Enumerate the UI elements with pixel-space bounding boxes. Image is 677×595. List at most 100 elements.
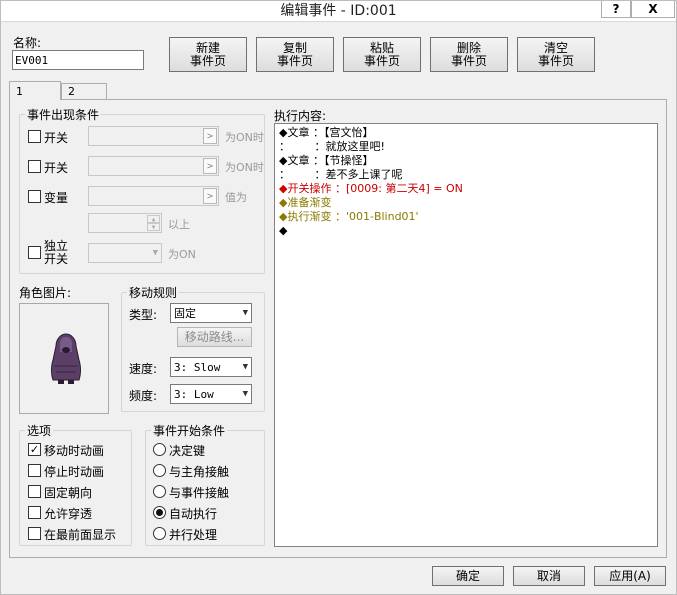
contents-label: 执行内容: <box>274 109 327 123</box>
command-line[interactable]: ◆开关操作 ：[0009: 第二天4] = ON <box>279 182 463 196</box>
movement-title: 移动规则 <box>127 284 180 301</box>
switch2-label: 开关 <box>44 161 69 175</box>
event-commands-list[interactable]: ◆文章 ：【宫文怡】 ： ：就放这里吧! ◆文章 ：【节操怪】 ： ：差不多上课… <box>274 123 658 547</box>
switch2-checkbox[interactable] <box>28 160 41 173</box>
option-direction-fix-label: 固定朝向 <box>44 486 93 500</box>
character-graphic[interactable] <box>19 303 109 414</box>
trigger-event-touch-label: 与事件接触 <box>169 486 230 500</box>
move-type-value: 固定 <box>174 307 196 320</box>
option-always-top-label: 在最前面显示 <box>44 528 117 542</box>
event-name-input[interactable]: EV001 <box>12 50 144 70</box>
move-type-label: 类型: <box>129 308 158 322</box>
spin-up-icon: ▲ <box>147 215 160 223</box>
new-page-button[interactable]: 新建 事件页 <box>169 37 247 72</box>
self-switch-label-2: 开关 <box>44 252 69 266</box>
variable-picker-button: > <box>203 188 217 204</box>
trigger-autorun-label: 自动执行 <box>169 507 218 521</box>
option-step-anime-checkbox[interactable] <box>28 464 41 477</box>
switch2-field: > <box>88 156 219 176</box>
option-through-checkbox[interactable] <box>28 506 41 519</box>
new-page-label-2: 事件页 <box>189 53 226 68</box>
clear-page-button[interactable]: 清空 事件页 <box>517 37 595 72</box>
switch2-picker-button: > <box>203 158 217 174</box>
move-type-select[interactable]: 固定 ▼ <box>170 303 252 323</box>
self-switch-select: ▼ <box>88 243 162 263</box>
switch1-suffix: 为ON时 <box>225 131 264 144</box>
variable-label: 变量 <box>44 191 69 205</box>
copy-page-label-1: 复制 <box>282 40 307 55</box>
chevron-down-icon: ▼ <box>152 248 158 258</box>
conditions-title: 事件出现条件 <box>25 106 102 123</box>
trigger-player-touch-label: 与主角接触 <box>169 465 230 479</box>
switch1-picker-button: > <box>203 128 217 144</box>
copy-page-button[interactable]: 复制 事件页 <box>256 37 334 72</box>
command-line[interactable]: ： ：就放这里吧! <box>279 140 385 154</box>
chevron-down-icon: ▼ <box>242 308 248 318</box>
self-switch-checkbox[interactable] <box>28 246 41 259</box>
trigger-title: 事件开始条件 <box>151 422 228 439</box>
close-button[interactable]: X <box>631 0 675 18</box>
move-speed-select[interactable]: 3: Slow ▼ <box>170 357 252 377</box>
variable-checkbox[interactable] <box>28 190 41 203</box>
option-through-label: 允许穿透 <box>44 507 93 521</box>
ok-button[interactable]: 确定 <box>432 566 504 586</box>
chevron-down-icon: ▼ <box>242 362 248 372</box>
delete-page-label-1: 删除 <box>456 40 481 55</box>
self-switch-suffix: 为ON <box>168 248 196 261</box>
variable-above-label: 以上 <box>168 218 190 231</box>
switch1-checkbox[interactable] <box>28 130 41 143</box>
tab-page-1[interactable]: 1 <box>9 81 61 100</box>
window-title: 编辑事件 - ID:001 <box>280 3 397 19</box>
trigger-action-label: 决定键 <box>169 444 206 458</box>
move-frequency-select[interactable]: 3: Low ▼ <box>170 384 252 404</box>
command-line[interactable]: ◆准备渐变 <box>279 196 331 210</box>
switch1-field: > <box>88 126 219 146</box>
chevron-right-icon: > <box>206 160 214 172</box>
move-frequency-value: 3: Low <box>174 387 214 401</box>
variable-field: > <box>88 186 219 206</box>
switch2-suffix: 为ON时 <box>225 161 264 174</box>
trigger-autorun-radio[interactable] <box>153 506 166 519</box>
radio-selected-icon <box>156 509 163 516</box>
trigger-event-touch-radio[interactable] <box>153 485 166 498</box>
apply-button[interactable]: 应用(A) <box>594 566 666 586</box>
move-frequency-label: 频度: <box>129 389 158 403</box>
chevron-right-icon: > <box>206 130 214 142</box>
trigger-parallel-radio[interactable] <box>153 527 166 540</box>
command-line[interactable]: ◆执行渐变 ：'001-Blind01' <box>279 210 419 224</box>
move-speed-value: 3: Slow <box>174 360 221 374</box>
command-line[interactable]: ◆文章 ：【宫文怡】 <box>279 126 373 140</box>
variable-suffix: 值为 <box>225 191 247 204</box>
help-button[interactable]: ? <box>601 0 631 18</box>
checkmark-icon: ✓ <box>29 443 40 456</box>
chevron-down-icon: ▼ <box>242 389 248 399</box>
cancel-button[interactable]: 取消 <box>513 566 585 586</box>
name-label: 名称: <box>13 36 42 50</box>
character-sprite-icon <box>51 333 81 384</box>
copy-page-label-2: 事件页 <box>276 53 313 68</box>
command-line[interactable]: ◆文章 ：【节操怪】 <box>279 154 373 168</box>
delete-page-button[interactable]: 删除 事件页 <box>430 37 508 72</box>
variable-value-spinner: ▲ ▼ <box>88 213 162 233</box>
paste-page-label-1: 粘贴 <box>369 40 394 55</box>
option-always-top-checkbox[interactable] <box>28 527 41 540</box>
move-route-button: 移动路线... <box>177 327 252 347</box>
option-direction-fix-checkbox[interactable] <box>28 485 41 498</box>
chevron-right-icon: > <box>206 190 214 202</box>
paste-page-label-2: 事件页 <box>363 53 400 68</box>
option-walk-anime-label: 移动时动画 <box>44 444 105 458</box>
switch1-label: 开关 <box>44 131 69 145</box>
command-line[interactable]: ◆ <box>279 224 287 238</box>
options-title: 选项 <box>25 422 54 439</box>
command-line[interactable]: ： ：差不多上课了呢 <box>279 168 402 182</box>
move-speed-label: 速度: <box>129 362 158 376</box>
trigger-action-radio[interactable] <box>153 443 166 456</box>
clear-page-label-1: 清空 <box>543 40 568 55</box>
option-step-anime-label: 停止时动画 <box>44 465 105 479</box>
paste-page-button[interactable]: 粘贴 事件页 <box>343 37 421 72</box>
tab-page-2[interactable]: 2 <box>61 83 107 99</box>
trigger-player-touch-radio[interactable] <box>153 464 166 477</box>
option-walk-anime-checkbox[interactable]: ✓ <box>28 443 41 456</box>
graphic-label: 角色图片: <box>19 286 72 300</box>
new-page-label-1: 新建 <box>195 40 220 55</box>
